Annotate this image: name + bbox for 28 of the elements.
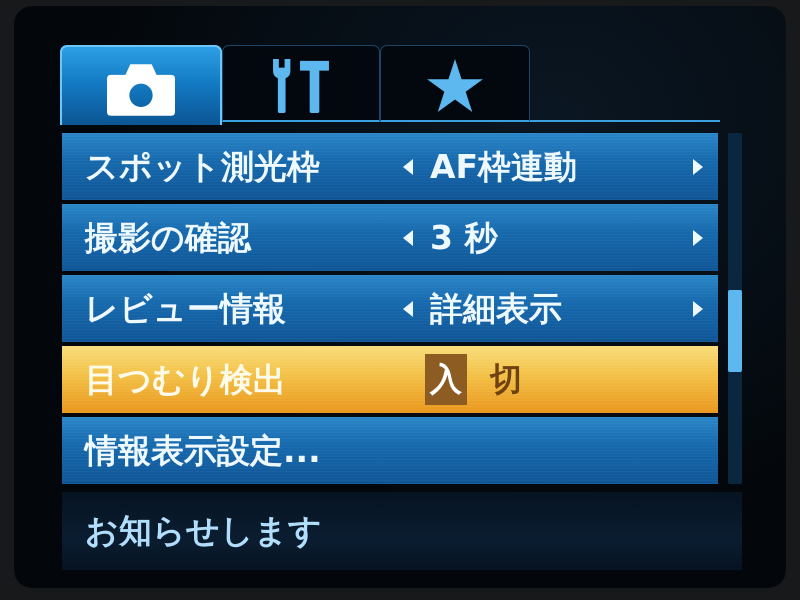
menu-item[interactable]: スポット測光枠 AF枠連動	[62, 133, 718, 200]
setting-value: 詳細表示	[428, 288, 563, 328]
tools-icon	[273, 59, 329, 113]
toggle-option[interactable]: 入	[425, 354, 467, 405]
star-tab[interactable]	[380, 45, 530, 122]
camera-icon	[107, 62, 175, 116]
menu-item[interactable]: 情報表示設定...	[62, 417, 718, 484]
menu-item[interactable]: 撮影の確認 3 秒	[62, 204, 718, 271]
setting-label: 情報表示設定...	[85, 430, 322, 470]
left-arrow-icon[interactable]	[403, 230, 413, 246]
hint-text: お知らせします	[85, 510, 322, 552]
setting-value: 3 秒	[429, 218, 499, 258]
left-arrow-icon[interactable]	[403, 158, 413, 174]
setting-label: レビュー情報	[85, 288, 287, 328]
right-arrow-icon[interactable]	[693, 158, 703, 174]
right-arrow-icon[interactable]	[693, 300, 703, 316]
menu-item[interactable]: 目つむり検出 入 切	[62, 346, 718, 413]
tools-tab[interactable]	[222, 45, 380, 122]
right-arrow-icon[interactable]	[693, 230, 703, 246]
setting-label: 目つむり検出	[85, 360, 287, 400]
setting-label: スポット測光枠	[85, 146, 321, 186]
left-arrow-icon[interactable]	[403, 300, 413, 316]
setting-value: AF枠連動	[429, 146, 578, 186]
setting-label: 撮影の確認	[85, 218, 252, 258]
camera-tab[interactable]	[60, 45, 222, 125]
toggle-option[interactable]: 切	[485, 354, 527, 405]
menu-item[interactable]: レビュー情報 詳細表示	[62, 275, 718, 342]
star-icon	[427, 58, 483, 112]
